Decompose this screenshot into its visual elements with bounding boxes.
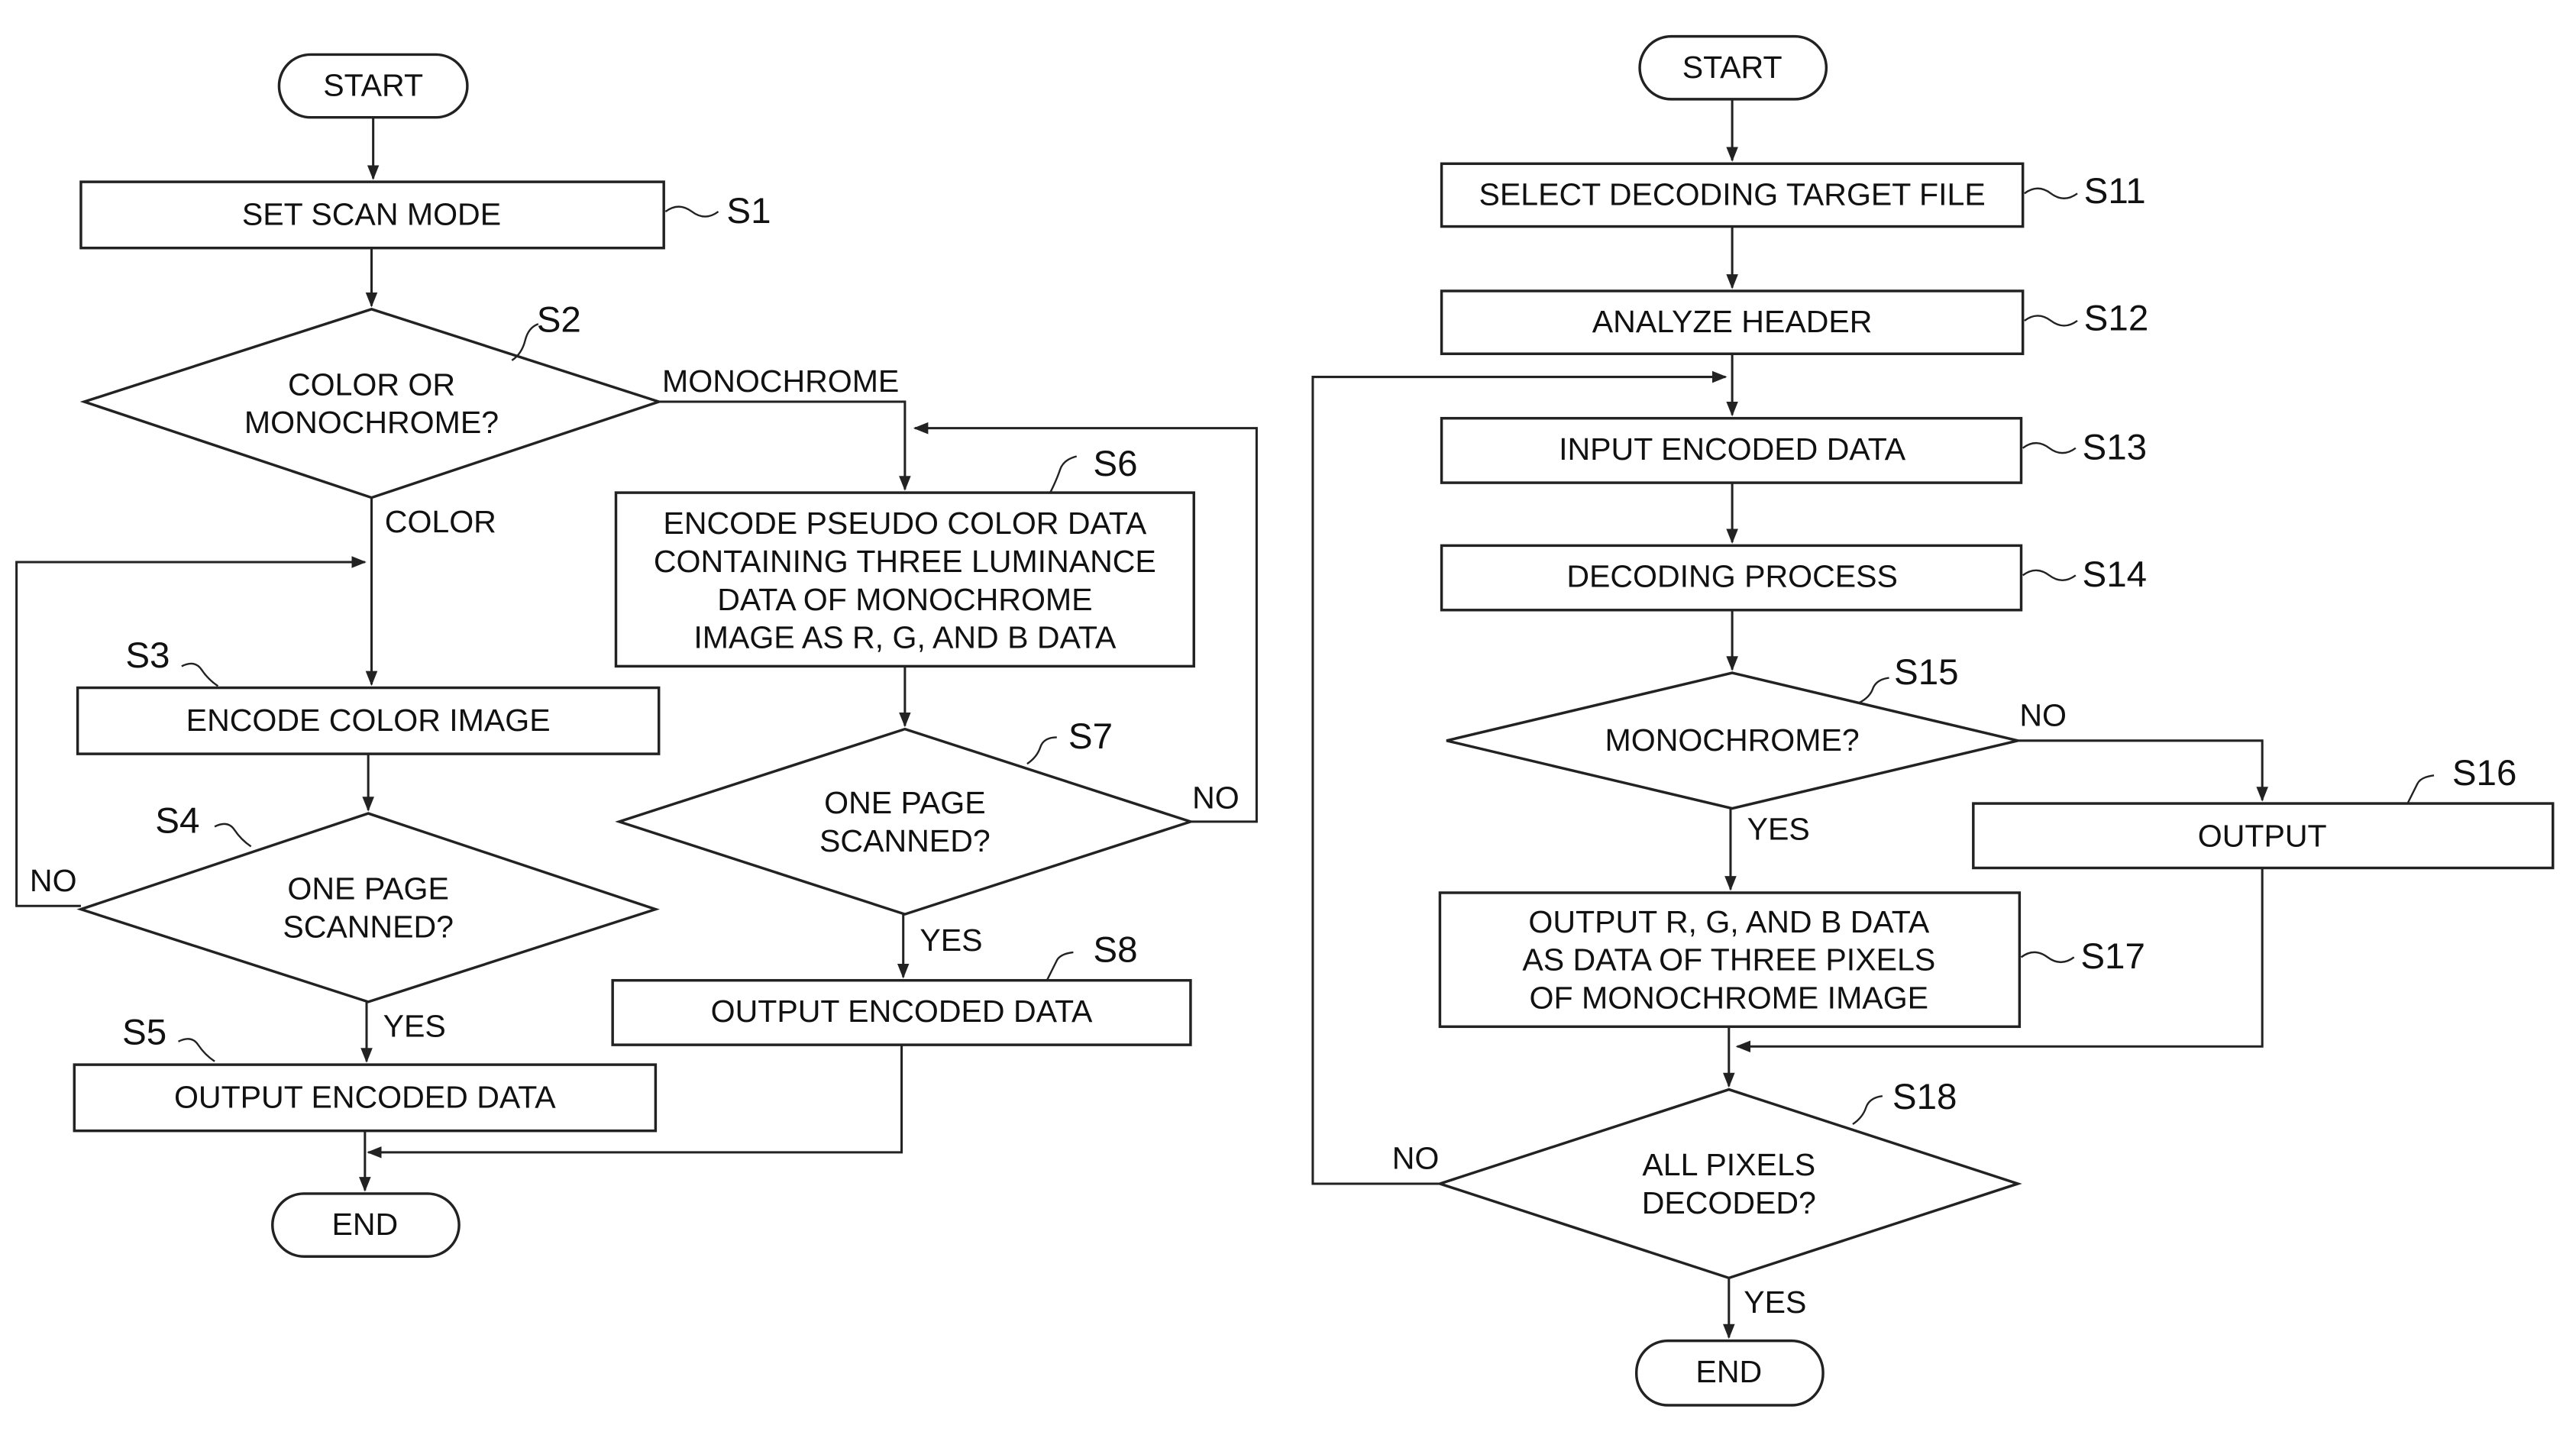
step-s17-label: S17 [2080, 936, 2145, 977]
step-s13-box: INPUT ENCODED DATA S13 [1440, 416, 2148, 484]
step-s17-box: OUTPUT R, G, AND B DATA AS DATA OF THREE… [1438, 891, 2145, 1029]
step-s1-label: S1 [726, 191, 771, 231]
right-start-text: START [1682, 50, 1783, 85]
step-s4-label: S4 [155, 801, 199, 842]
step-s8-box: OUTPUT ENCODED DATA S8 [611, 929, 1192, 1046]
step-s18-decision: ALL PIXELS DECODED? S18 [1435, 1077, 2022, 1280]
step-s11-label: S11 [2084, 171, 2146, 212]
branch-s7-yes: YES [920, 923, 982, 958]
step-s16-leader [2406, 774, 2435, 804]
step-s8-text: OUTPUT ENCODED DATA [711, 994, 1093, 1029]
step-s17-text-line3: OF MONOCHROME IMAGE [1530, 981, 1929, 1016]
step-s2-label: S2 [537, 300, 581, 341]
step-s17-text-line2: AS DATA OF THREE PIXELS [1522, 942, 1935, 978]
step-s3-text: ENCODE COLOR IMAGE [186, 703, 551, 738]
left-end-text: END [331, 1207, 398, 1242]
step-s11-box: SELECT DECODING TARGET FILE S11 [1440, 162, 2146, 228]
step-s5-label: S5 [122, 1013, 166, 1053]
step-s18-text-line1: ALL PIXELS [1642, 1147, 1815, 1182]
step-s3-label: S3 [125, 635, 170, 676]
branch-s4-yes: YES [383, 1008, 446, 1043]
step-s6-leader [1049, 455, 1078, 493]
step-s2-text-line2: MONOCHROME? [244, 405, 499, 440]
step-s6-text-line1: ENCODE PSEUDO COLOR DATA [663, 506, 1146, 541]
step-s1-leader [664, 205, 719, 218]
step-s4-text-line1: ONE PAGE [287, 871, 448, 907]
step-s4-leader [214, 823, 252, 848]
left-end-terminal: END [271, 1192, 461, 1258]
step-s18-label: S18 [1892, 1077, 1957, 1117]
step-s7-label: S7 [1068, 716, 1113, 757]
step-s13-label: S13 [2083, 427, 2148, 467]
step-s13-leader [2022, 441, 2077, 454]
flowchart-figure: START SET SCAN MODE S1 COLOR OR MONOCHRO… [15, 34, 2555, 1407]
step-s6-label: S6 [1093, 444, 1137, 484]
branch-s15-no: NO [2019, 697, 2067, 732]
step-s8-leader [1046, 951, 1074, 981]
step-s1-box: SET SCAN MODE S1 [79, 180, 771, 250]
step-s12-leader [2024, 315, 2078, 327]
branch-s18-no: NO [1392, 1140, 1440, 1175]
step-s7-text-line1: ONE PAGE [824, 785, 985, 820]
step-s4-decision: ONE PAGE SCANNED? S4 [76, 801, 660, 1004]
step-s14-leader [2022, 569, 2077, 582]
step-s1-text: SET SCAN MODE [242, 196, 501, 231]
step-s15-leader [1859, 677, 1889, 704]
step-s18-text-line2: DECODED? [1642, 1185, 1816, 1220]
step-s16-label: S16 [2452, 753, 2517, 793]
branch-s18-yes: YES [1744, 1285, 1806, 1320]
step-s4-text-line2: SCANNED? [283, 909, 454, 944]
step-s6-text-line4: IMAGE AS R, G, AND B DATA [693, 620, 1117, 655]
step-s12-box: ANALYZE HEADER S12 [1440, 289, 2149, 355]
right-end-text: END [1695, 1354, 1762, 1389]
step-s5-box: OUTPUT ENCODED DATA S5 [73, 1013, 658, 1133]
step-s6-text-line3: DATA OF MONOCHROME [717, 582, 1092, 617]
left-start-terminal: START [277, 53, 469, 119]
step-s12-label: S12 [2084, 299, 2149, 339]
step-s14-box: DECODING PROCESS S14 [1440, 544, 2148, 612]
step-s15-text: MONOCHROME? [1605, 722, 1860, 758]
arrow-s2-to-s6 [658, 400, 911, 491]
step-s18-leader [1852, 1095, 1883, 1126]
arrow-s15-to-s16 [2018, 739, 2268, 802]
right-flowchart: START SELECT DECODING TARGET FILE S11 AN… [1311, 34, 2555, 1407]
right-end-terminal: END [1634, 1339, 1825, 1407]
step-s5-text: OUTPUT ENCODED DATA [174, 1079, 556, 1114]
step-s5-leader [177, 1038, 215, 1062]
step-s11-text: SELECT DECODING TARGET FILE [1479, 176, 1985, 212]
step-s16-text: OUTPUT [2198, 818, 2327, 853]
step-s8-label: S8 [1093, 929, 1137, 970]
branch-s2-monochrome: MONOCHROME [662, 364, 899, 399]
step-s2-decision: COLOR OR MONOCHROME? S2 [79, 300, 664, 499]
step-s17-text-line1: OUTPUT R, G, AND B DATA [1528, 904, 1929, 939]
step-s2-text-line1: COLOR OR [288, 367, 455, 402]
step-s14-text: DECODING PROCESS [1566, 559, 1898, 594]
step-s3-leader [181, 662, 219, 687]
step-s14-label: S14 [2083, 554, 2148, 595]
step-s7-leader [1026, 736, 1057, 765]
branch-s7-no: NO [1192, 781, 1240, 816]
step-s7-text-line2: SCANNED? [819, 823, 991, 858]
step-s3-box: ENCODE COLOR IMAGE S3 [76, 635, 661, 755]
step-s7-decision: ONE PAGE SCANNED? S7 [615, 716, 1195, 916]
step-s15-label: S15 [1894, 652, 1959, 693]
step-s11-leader [2024, 187, 2078, 199]
step-s6-text-line2: CONTAINING THREE LUMINANCE [654, 544, 1156, 579]
branch-s2-color: COLOR [385, 504, 496, 539]
right-start-terminal: START [1638, 34, 1828, 101]
step-s17-leader [2020, 951, 2075, 964]
branch-s15-yes: YES [1747, 812, 1810, 847]
step-s15-decision: MONOCHROME? S15 [1446, 652, 2018, 810]
branch-s4-no: NO [30, 863, 77, 898]
step-s12-text: ANALYZE HEADER [1592, 304, 1873, 339]
left-flowchart: START SET SCAN MODE S1 COLOR OR MONOCHRO… [15, 53, 1258, 1258]
left-start-text: START [323, 68, 423, 103]
step-s13-text: INPUT ENCODED DATA [1559, 431, 1906, 467]
